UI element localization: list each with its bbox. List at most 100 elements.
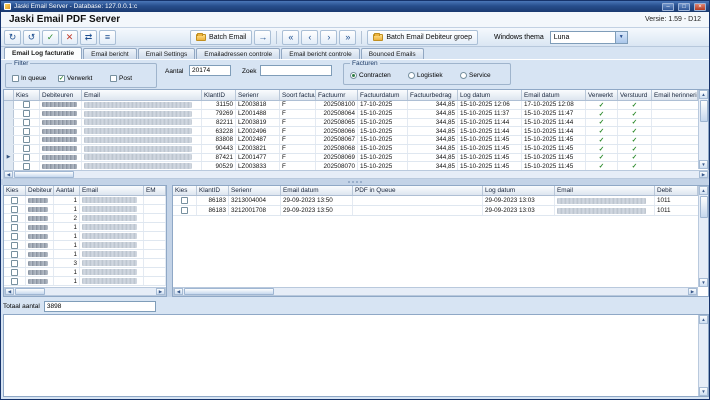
table-row[interactable]: 90443LZ003821F20250806815-10-2025344,851…: [4, 145, 708, 154]
column-header[interactable]: Debiteur: [26, 186, 54, 195]
scrollbar-thumb[interactable]: [700, 196, 708, 218]
log-output-area[interactable]: ▲ ▼: [3, 314, 709, 397]
column-header[interactable]: Kies: [173, 186, 197, 195]
column-header[interactable]: Log datum: [483, 186, 555, 195]
table-row[interactable]: 1: [4, 196, 166, 205]
tab-emailadressen-controle[interactable]: Emailadressen controle: [196, 48, 280, 59]
checkbox-post[interactable]: Post: [110, 75, 132, 82]
row-checkbox[interactable]: [11, 260, 18, 267]
row-checkbox[interactable]: [11, 224, 18, 231]
scroll-left-icon[interactable]: ◀: [174, 288, 183, 295]
scroll-up-icon[interactable]: ▲: [699, 186, 708, 195]
radio-service[interactable]: Service: [460, 72, 491, 79]
table-row[interactable]: 1: [4, 241, 166, 250]
row-checkbox[interactable]: [23, 119, 30, 126]
export-button[interactable]: ⇄: [80, 30, 97, 45]
table-row[interactable]: 2: [4, 214, 166, 223]
table-row[interactable]: 86183321300400429-09-2023 13:5029-09-202…: [173, 196, 708, 206]
table-row[interactable]: 79269LZ001488F20250806415-10-2025344,851…: [4, 110, 708, 119]
table-row[interactable]: 86183321200170829-09-2023 13:5029-09-202…: [173, 206, 708, 216]
row-checkbox[interactable]: [23, 154, 30, 161]
nav-last-button[interactable]: »: [339, 30, 356, 45]
search-input[interactable]: [260, 65, 332, 76]
scrollbar-track[interactable]: [75, 171, 699, 178]
chevron-down-icon[interactable]: ▼: [615, 32, 627, 43]
nav-prev-button[interactable]: ‹: [301, 30, 318, 45]
theme-select[interactable]: Luna ▼: [550, 31, 628, 44]
scrollbar-track[interactable]: [699, 123, 708, 160]
scroll-down-icon[interactable]: ▼: [699, 387, 708, 396]
column-header[interactable]: Serienr: [236, 90, 280, 100]
table-row[interactable]: 1: [4, 250, 166, 259]
table-row[interactable]: 1: [4, 223, 166, 232]
row-checkbox[interactable]: [11, 215, 18, 222]
column-header[interactable]: EM: [144, 186, 166, 195]
column-header[interactable]: PDF in Queue: [353, 186, 483, 195]
column-header[interactable]: Verwerkt: [586, 90, 618, 100]
row-checkbox[interactable]: [23, 110, 30, 117]
horizontal-scrollbar[interactable]: ◀ ▶: [173, 287, 698, 296]
column-header[interactable]: Factuurbedrag: [408, 90, 458, 100]
column-header[interactable]: Kies: [14, 90, 40, 100]
column-header[interactable]: Factuurnr: [316, 90, 358, 100]
title-bar[interactable]: Jaski Email Server - Database: 127.0.0.1…: [1, 1, 709, 12]
scroll-left-icon[interactable]: ◀: [5, 288, 14, 295]
radio-contracten[interactable]: Contracten: [350, 72, 391, 79]
close-button[interactable]: ×: [694, 3, 706, 11]
nav-next-button[interactable]: ›: [320, 30, 337, 45]
nav-first-button[interactable]: «: [282, 30, 299, 45]
scroll-right-icon[interactable]: ▶: [699, 171, 708, 178]
column-header[interactable]: Soort factuur: [280, 90, 316, 100]
scroll-down-icon[interactable]: ▼: [699, 278, 708, 287]
aantal-input[interactable]: [189, 65, 231, 76]
column-header[interactable]: Email: [555, 186, 655, 195]
table-row[interactable]: 31150LZ003818F20250810017-10-2025344,851…: [4, 101, 708, 110]
horizontal-scrollbar[interactable]: ◀ ▶: [3, 170, 709, 179]
minimize-button[interactable]: –: [662, 3, 674, 11]
horizontal-scrollbar[interactable]: ◀ ▶: [4, 287, 166, 296]
table-row[interactable]: 1: [4, 277, 166, 286]
table-row[interactable]: 3: [4, 259, 166, 268]
table-row[interactable]: 83808LZ002487F20250806715-10-2025344,851…: [4, 136, 708, 145]
scroll-right-icon[interactable]: ▶: [156, 288, 165, 295]
tab-email-settings[interactable]: Email Settings: [138, 48, 196, 59]
cancel-button[interactable]: ✕: [61, 30, 78, 45]
table-row[interactable]: 63228LZ002496F20250806615-10-2025344,851…: [4, 127, 708, 136]
vertical-scrollbar[interactable]: ▲ ▼: [698, 186, 708, 287]
row-checkbox[interactable]: [23, 163, 30, 170]
table-row[interactable]: 1: [4, 232, 166, 241]
column-header[interactable]: Kies: [4, 186, 26, 195]
send-button[interactable]: →: [254, 30, 271, 45]
tab-email-log-facturatie[interactable]: Email Log facturatie: [4, 47, 82, 59]
column-header[interactable]: Aantal: [54, 186, 80, 195]
row-checkbox[interactable]: [11, 197, 18, 204]
vertical-scrollbar[interactable]: ▲ ▼: [698, 315, 708, 396]
row-checkbox[interactable]: [23, 128, 30, 135]
column-header[interactable]: Email herinnering: [652, 90, 698, 100]
column-header[interactable]: KlantID: [197, 186, 229, 195]
undo-button[interactable]: ↺: [23, 30, 40, 45]
column-header[interactable]: Email: [82, 90, 202, 100]
totaal-aantal-input[interactable]: [44, 301, 156, 312]
vertical-scrollbar[interactable]: ▲ ▼: [698, 90, 708, 169]
row-checkbox[interactable]: [11, 206, 18, 213]
tab-bounced-emails[interactable]: Bounced Emails: [361, 48, 424, 59]
columns-button[interactable]: ≡: [99, 30, 116, 45]
row-checkbox[interactable]: [11, 251, 18, 258]
row-checkbox[interactable]: [11, 242, 18, 249]
row-checkbox[interactable]: [11, 233, 18, 240]
scroll-left-icon[interactable]: ◀: [4, 171, 13, 178]
checkbox-in-queue[interactable]: In queue: [12, 75, 46, 82]
row-checkbox[interactable]: [11, 278, 18, 285]
batch-email-button[interactable]: Batch Email: [190, 30, 252, 45]
maximize-button[interactable]: □: [678, 3, 690, 11]
tab-email-bericht[interactable]: Email bericht: [83, 48, 137, 59]
scrollbar-track[interactable]: [275, 288, 688, 295]
row-checkbox[interactable]: [23, 101, 30, 108]
row-checkbox[interactable]: [11, 269, 18, 276]
column-header[interactable]: Factuurdatum: [358, 90, 408, 100]
table-row[interactable]: 1: [4, 205, 166, 214]
scrollbar-thumb[interactable]: [15, 288, 45, 295]
scrollbar-thumb[interactable]: [700, 100, 708, 122]
table-row[interactable]: 1: [4, 268, 166, 277]
